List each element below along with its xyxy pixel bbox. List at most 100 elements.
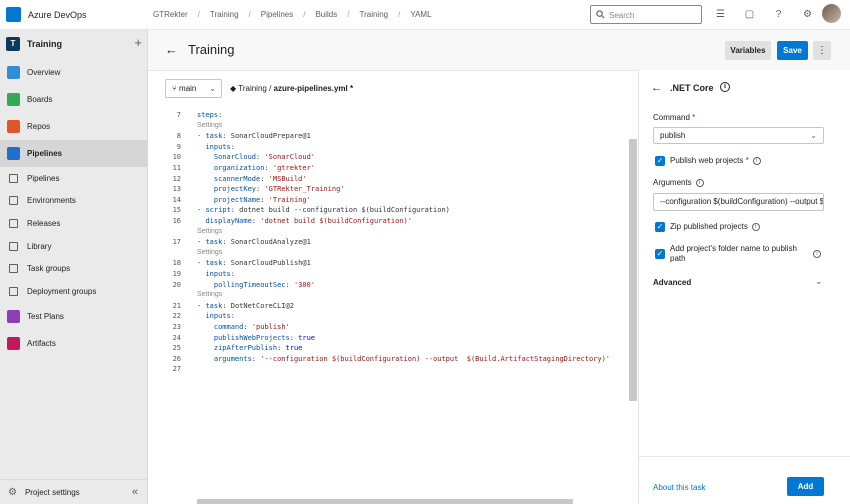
back-arrow-icon[interactable]: ← — [165, 42, 178, 57]
code-line[interactable]: 10 SonarCloud: 'SonarCloud' — [148, 153, 628, 164]
horizontal-scrollbar[interactable] — [197, 499, 573, 504]
top-bar: Azure DevOps GTRekter / Training / Pipelin… — [0, 0, 850, 30]
code-line[interactable]: 12 scannerMode: 'MSBuild' — [148, 175, 628, 186]
breadcrumb-item[interactable]: GTRekter — [153, 10, 188, 19]
breadcrumb-item[interactable]: Training — [359, 10, 388, 19]
code-line[interactable]: 25 zipAfterPublish: true — [148, 344, 628, 355]
line-text: scannerMode: 'MSBuild' — [213, 174, 307, 183]
code-line[interactable]: 17 - task: SonarCloudAnalyze@1 — [148, 238, 628, 249]
project-settings-link[interactable]: ⚙ Project settings « — [0, 479, 148, 504]
shopping-bag-icon[interactable]: ▢ — [743, 8, 756, 21]
breadcrumb-item[interactable]: Builds — [315, 10, 337, 19]
search-placeholder: Search — [609, 11, 635, 20]
settings-codelens[interactable]: Settings — [197, 249, 222, 256]
settings-codelens[interactable]: Settings — [197, 291, 222, 298]
code-line[interactable]: 21 - task: DotNetCoreCLI@2 — [148, 302, 628, 313]
code-line[interactable]: 18 - task: SonarCloudPublish@1 — [148, 259, 628, 270]
line-number: 14 — [172, 195, 181, 204]
panel-footer: About this task Add — [639, 456, 850, 504]
add-icon[interactable]: + — [134, 35, 142, 50]
info-icon[interactable]: i — [751, 222, 760, 231]
arguments-input[interactable]: --configuration $(buildConfiguration) --… — [653, 193, 824, 211]
brand[interactable]: Azure DevOps — [6, 7, 87, 22]
sidebar-subitem-deployment-groups[interactable]: Deployment groups — [0, 280, 148, 303]
zip-published-checkbox[interactable]: ✓ — [655, 222, 665, 232]
task-groups-icon — [9, 264, 18, 274]
add-button[interactable]: Add — [787, 477, 824, 496]
line-number: 8 — [176, 132, 181, 141]
code-line[interactable]: 19 inputs: — [148, 270, 628, 281]
sidebar-subitem-pipelines[interactable]: Pipelines — [0, 167, 148, 190]
branch-icon: ⑂ — [172, 84, 180, 93]
code-line[interactable]: 9 inputs: — [148, 143, 628, 154]
code-line[interactable]: 24 publishWebProjects: true — [148, 334, 628, 345]
line-number: 7 — [176, 111, 181, 119]
sidebar-item-repos[interactable]: Repos — [0, 113, 148, 140]
collapse-sidebar-icon[interactable]: « — [132, 486, 138, 498]
code-line[interactable]: 26 arguments: '--configuration $(buildCo… — [148, 355, 628, 366]
sidebar-item-pipelines[interactable]: Pipelines — [0, 140, 148, 167]
azure-devops-logo-icon — [6, 7, 21, 22]
code-line[interactable]: 13 projectKey: 'GTRekter_Training' — [148, 185, 628, 196]
settings-codelens[interactable]: Settings — [197, 122, 222, 129]
info-icon[interactable]: i — [695, 178, 704, 187]
code-line[interactable]: 20 pollingTimeoutSec: '300' — [148, 281, 628, 292]
code-area[interactable]: 7 steps: Settings 8 - task: SonarCloudPrepar… — [148, 107, 628, 489]
sidebar-subitem-releases[interactable]: Releases — [0, 212, 148, 235]
sidebar-subitem-label: Deployment groups — [27, 286, 97, 296]
project-selector[interactable]: T Training + — [6, 35, 142, 53]
branch-selector[interactable]: ⑂ main ⌄ — [165, 79, 222, 98]
sidebar-item-label: Repos — [27, 122, 51, 131]
info-icon[interactable]: i — [752, 156, 761, 165]
user-settings-icon[interactable]: ⚙ — [801, 8, 814, 21]
sidebar-item-overview[interactable]: Overview — [0, 59, 148, 86]
deployment-groups-icon — [9, 286, 18, 296]
variables-button[interactable]: Variables — [725, 41, 771, 60]
line-number: 12 — [172, 174, 181, 183]
search-input[interactable]: Search — [590, 5, 702, 24]
line-text: command: 'publish' — [213, 323, 290, 331]
sidebar-item-test-plans[interactable]: Test Plans — [0, 303, 148, 330]
avatar[interactable] — [822, 4, 841, 23]
code-line[interactable]: 22 inputs: — [148, 312, 628, 323]
about-task-link[interactable]: About this task — [653, 483, 705, 492]
info-icon[interactable]: i — [720, 82, 730, 92]
code-line[interactable]: 14 projectName: 'Training' — [148, 196, 628, 207]
add-folder-name-checkbox[interactable]: ✓ — [655, 249, 665, 259]
vertical-scrollbar[interactable] — [629, 139, 637, 401]
chevron-down-icon[interactable]: ⌄ — [815, 276, 823, 287]
line-number: 18 — [172, 259, 181, 268]
advanced-section[interactable]: Advanced — [653, 278, 691, 287]
code-line[interactable]: 7 steps: — [148, 111, 628, 122]
publish-web-projects-checkbox[interactable]: ✓ — [655, 156, 665, 166]
code-line[interactable]: 27 — [148, 365, 628, 376]
sidebar-item-label: Artifacts — [27, 338, 56, 348]
help-icon[interactable]: ? — [772, 8, 785, 21]
code-line[interactable]: 15 - script: dotnet build --configuration… — [148, 206, 628, 217]
sidebar-subitem-task-groups[interactable]: Task groups — [0, 257, 148, 280]
line-number: 23 — [172, 323, 181, 331]
code-line[interactable]: 11 organization: 'gtrekter' — [148, 164, 628, 175]
sidebar-item-artifacts[interactable]: Artifacts — [0, 330, 148, 357]
line-number: 16 — [172, 217, 181, 225]
breadcrumb-item[interactable]: Training — [210, 10, 239, 19]
file-name: azure-pipelines.yml * — [273, 84, 354, 93]
breadcrumb-item[interactable]: Pipelines — [261, 10, 293, 19]
code-line[interactable]: 23 command: 'publish' — [148, 323, 628, 334]
settings-codelens[interactable]: Settings — [197, 228, 222, 235]
list-icon[interactable]: ☰ — [714, 8, 727, 21]
more-options-icon[interactable]: ⋮ — [813, 41, 831, 60]
line-text: inputs: — [205, 312, 235, 321]
sidebar-item-boards[interactable]: Boards — [0, 86, 148, 113]
panel-title: .NET Core — [670, 83, 714, 93]
code-line[interactable]: 16 displayName: 'dotnet build $(buildCon… — [148, 217, 628, 228]
sidebar-subitem-environments[interactable]: Environments — [0, 190, 148, 213]
sidebar-subitem-library[interactable]: Library — [0, 235, 148, 258]
info-icon[interactable]: i — [813, 250, 821, 258]
back-arrow-icon[interactable]: ← — [651, 82, 662, 94]
code-line[interactable]: 8 - task: SonarCloudPrepare@1 — [148, 132, 628, 143]
command-select[interactable]: publish ⌄ — [653, 127, 824, 144]
breadcrumb-item[interactable]: YAML — [410, 10, 431, 19]
repo-name[interactable]: Training — [238, 84, 267, 93]
save-button[interactable]: Save — [777, 41, 808, 60]
